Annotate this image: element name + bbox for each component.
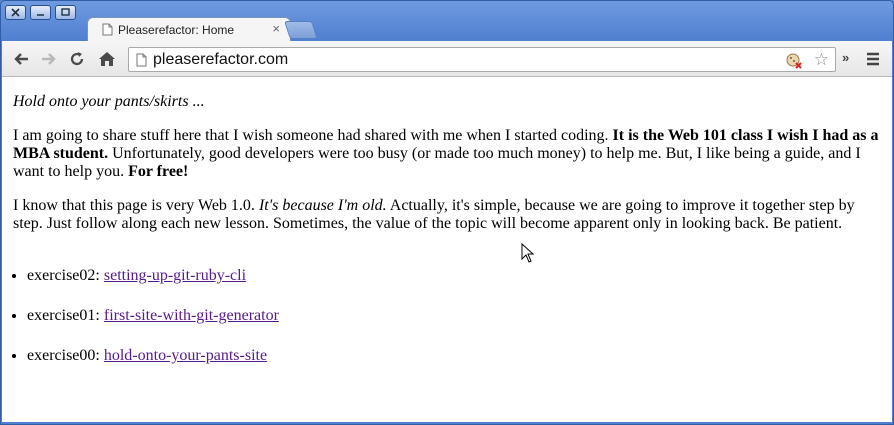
tab-strip: Pleaserefactor: Home × bbox=[1, 1, 893, 42]
window-minimize-button[interactable] bbox=[30, 5, 51, 20]
new-tab-button[interactable] bbox=[284, 21, 318, 39]
window-maximize-button[interactable] bbox=[55, 5, 76, 20]
forward-button[interactable] bbox=[39, 49, 59, 69]
mouse-cursor-icon bbox=[521, 243, 535, 263]
tab-title: Pleaserefactor: Home bbox=[118, 23, 235, 37]
about-paragraph: I know that this page is very Web 1.0. I… bbox=[13, 197, 855, 232]
exercise-link[interactable]: setting-up-git-ruby-cli bbox=[104, 267, 246, 284]
intro-paragraph: I am going to share stuff here that I wi… bbox=[13, 127, 879, 180]
page-content: Hold onto your pants/skirts ... I am goi… bbox=[2, 77, 892, 422]
address-bar[interactable]: ☆ bbox=[128, 47, 836, 72]
toolbar: ☆ » bbox=[2, 41, 892, 77]
exercise-list: exercise02: setting-up-git-ruby-cli exer… bbox=[13, 267, 881, 365]
bookmark-star-icon[interactable]: ☆ bbox=[814, 50, 829, 69]
close-icon bbox=[11, 8, 20, 17]
home-icon bbox=[99, 52, 115, 66]
home-button[interactable] bbox=[97, 49, 117, 69]
minimize-icon bbox=[37, 14, 44, 16]
window-close-button[interactable] bbox=[5, 5, 26, 20]
window-controls bbox=[5, 5, 76, 20]
tab-close-icon[interactable]: × bbox=[272, 22, 280, 36]
back-button[interactable] bbox=[11, 49, 31, 69]
reload-icon bbox=[70, 52, 84, 66]
reload-button[interactable] bbox=[67, 49, 87, 69]
url-input[interactable] bbox=[153, 50, 783, 69]
exercise-link[interactable]: first-site-with-git-generator bbox=[104, 307, 279, 324]
forward-arrow-icon bbox=[42, 53, 56, 65]
list-item: exercise01: first-site-with-git-generato… bbox=[27, 307, 881, 325]
exercise-link[interactable]: hold-onto-your-pants-site bbox=[104, 347, 267, 364]
page-icon bbox=[102, 23, 113, 36]
back-arrow-icon bbox=[14, 53, 28, 65]
menu-icon[interactable] bbox=[866, 52, 880, 66]
tagline: Hold onto your pants/skirts ... bbox=[13, 93, 205, 110]
extensions-overflow-button[interactable]: » bbox=[842, 50, 849, 65]
tab-active[interactable]: Pleaserefactor: Home × bbox=[87, 17, 291, 42]
list-item: exercise02: setting-up-git-ruby-cli bbox=[27, 267, 881, 285]
list-item: exercise00: hold-onto-your-pants-site bbox=[27, 347, 881, 365]
maximize-icon bbox=[61, 8, 70, 16]
blocked-cookie-icon[interactable] bbox=[785, 52, 803, 69]
browser-window: Pleaserefactor: Home × ☆ » Hold onto you… bbox=[0, 0, 894, 425]
page-info-icon bbox=[136, 53, 147, 67]
